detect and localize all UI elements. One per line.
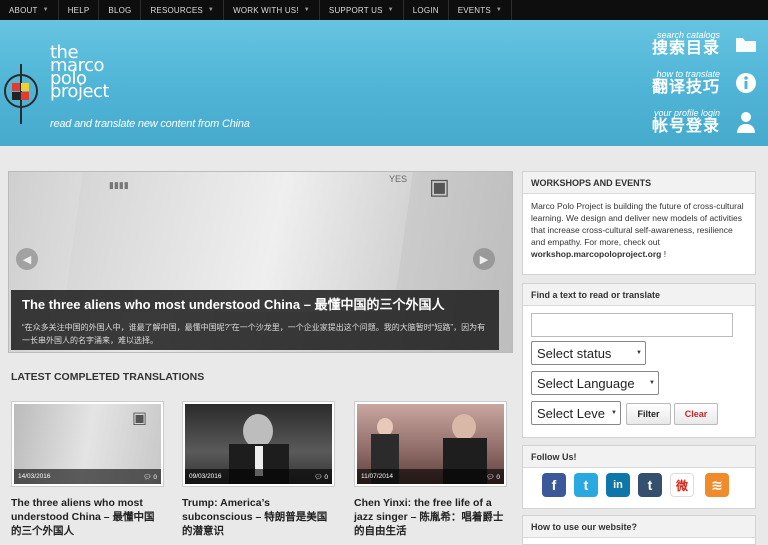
translation-card[interactable]: 09/03/2016 💬︎ 0 Trump: America’s subconsc… xyxy=(182,401,335,538)
twitter-icon[interactable]: t xyxy=(574,473,598,497)
site-banner: the marco polo project read and translat… xyxy=(0,20,768,146)
nav-item-events[interactable]: EVENTS ▼ xyxy=(449,0,513,20)
workshops-box: WORKSHOPS AND EVENTS Marco Polo Project … xyxy=(522,171,756,275)
caret-down-icon: ▼ xyxy=(387,7,394,13)
facebook-icon[interactable]: f xyxy=(542,473,566,497)
user-icon[interactable] xyxy=(734,110,758,134)
nav-item-support-us[interactable]: SUPPORT US ▼ xyxy=(320,0,404,20)
slider-caption[interactable]: The three aliens who most understood Chi… xyxy=(11,290,499,350)
folder-icon[interactable] xyxy=(734,32,758,56)
card-title[interactable]: The three aliens who most understood Chi… xyxy=(11,496,164,538)
slider-summary: “在众多关注中国的外国人中，谁最了解中国，最懂中国呢?”在一个沙龙里，一个企业家… xyxy=(22,323,486,345)
weibo-icon[interactable]: 微 xyxy=(670,473,694,497)
slider-next-button[interactable]: ▶ xyxy=(473,248,495,270)
nav-item-about[interactable]: ABOUT ▼ xyxy=(0,0,59,20)
profile-login-link[interactable]: your profile login 帐号登录 xyxy=(610,108,720,136)
nav-item-resources[interactable]: RESOURCES ▼ xyxy=(141,0,225,20)
tumblr-icon[interactable]: t xyxy=(638,473,662,497)
filter-button[interactable]: Filter xyxy=(626,403,671,425)
caret-down-icon: ▼ xyxy=(495,7,503,13)
nav-item-login[interactable]: LOGIN xyxy=(404,0,449,20)
slider-image-detail: ▣ xyxy=(429,174,450,199)
site-tagline: read and translate new content from Chin… xyxy=(50,118,250,130)
search-catalogs-link[interactable]: search catalogs 搜索目录 xyxy=(610,30,720,58)
follow-us-heading: Follow Us! xyxy=(523,446,755,468)
latest-translations-heading: LATEST COMPLETED TRANSLATIONS xyxy=(11,371,205,383)
how-to-translate-link[interactable]: how to translate 翻译技巧 xyxy=(610,69,720,97)
find-text-heading: Find a text to read or translate xyxy=(523,284,755,306)
select-arrow-icon: ▼ xyxy=(636,350,642,356)
workshop-link[interactable]: workshop.marcopoloproject.org xyxy=(531,249,661,259)
card-thumbnail[interactable]: 11/07/2014 💬︎ 0 xyxy=(354,401,507,487)
nav-item-help[interactable]: HELP xyxy=(59,0,100,20)
translation-card[interactable]: 11/07/2014 💬︎ 0 Chen Yinxi: the free life… xyxy=(354,401,507,538)
comment-count: 💬︎ 0 xyxy=(314,473,328,481)
how-to-use-heading: How to use our website? xyxy=(523,516,755,538)
card-meta-bar: 11/07/2014 💬︎ 0 xyxy=(357,469,504,484)
slider-image-detail: ▮▮▮▮ xyxy=(109,180,129,190)
comment-count: 💬︎ 0 xyxy=(486,473,500,481)
translation-card[interactable]: ▣ 14/03/2016 💬︎ 0 The three aliens who mo… xyxy=(11,401,164,538)
slider-prev-button[interactable]: ◀ xyxy=(16,248,38,270)
card-meta-bar: 14/03/2016 💬︎ 0 xyxy=(14,469,161,484)
card-meta-bar: 09/03/2016 💬︎ 0 xyxy=(185,469,332,484)
caret-down-icon: ▼ xyxy=(207,7,215,13)
workshops-text: Marco Polo Project is building the futur… xyxy=(531,201,744,259)
top-nav: ABOUT ▼ HELP BLOG RESOURCES ▼ WORK WITH US… xyxy=(0,0,768,20)
info-icon[interactable] xyxy=(734,71,758,95)
card-title[interactable]: Trump: America’s subconscious – 特朗普是美国的潜… xyxy=(182,496,335,538)
level-select[interactable]: Select Leve ▼ xyxy=(531,401,621,425)
nav-item-blog[interactable]: BLOG xyxy=(99,0,142,20)
linkedin-icon[interactable]: in xyxy=(606,473,630,497)
clear-button[interactable]: Clear xyxy=(674,403,718,425)
marco-polo-logo-icon[interactable] xyxy=(0,64,44,124)
select-arrow-icon: ▼ xyxy=(649,380,655,386)
slider-image-detail: YES xyxy=(389,174,408,184)
caret-down-icon: ▼ xyxy=(303,7,310,13)
select-arrow-icon: ▼ xyxy=(611,410,617,416)
language-select[interactable]: Select Language ▼ xyxy=(531,371,659,395)
nav-item-work-with-us[interactable]: WORK WITH US! ▼ xyxy=(224,0,320,20)
search-input[interactable] xyxy=(531,313,733,337)
workshops-heading: WORKSHOPS AND EVENTS xyxy=(523,172,755,194)
slider-title[interactable]: The three aliens who most understood Chi… xyxy=(22,297,488,313)
status-select[interactable]: Select status ▼ xyxy=(531,341,646,365)
caret-down-icon: ▼ xyxy=(42,7,49,13)
rss-icon[interactable]: ≋ xyxy=(705,473,729,497)
card-thumbnail[interactable]: 09/03/2016 💬︎ 0 xyxy=(182,401,335,487)
comment-count: 💬︎ 0 xyxy=(143,473,157,481)
card-thumbnail[interactable]: ▣ 14/03/2016 💬︎ 0 xyxy=(11,401,164,487)
card-title[interactable]: Chen Yinxi: the free life of a jazz sing… xyxy=(354,496,507,538)
site-logo-text[interactable]: the marco polo project xyxy=(50,44,109,101)
